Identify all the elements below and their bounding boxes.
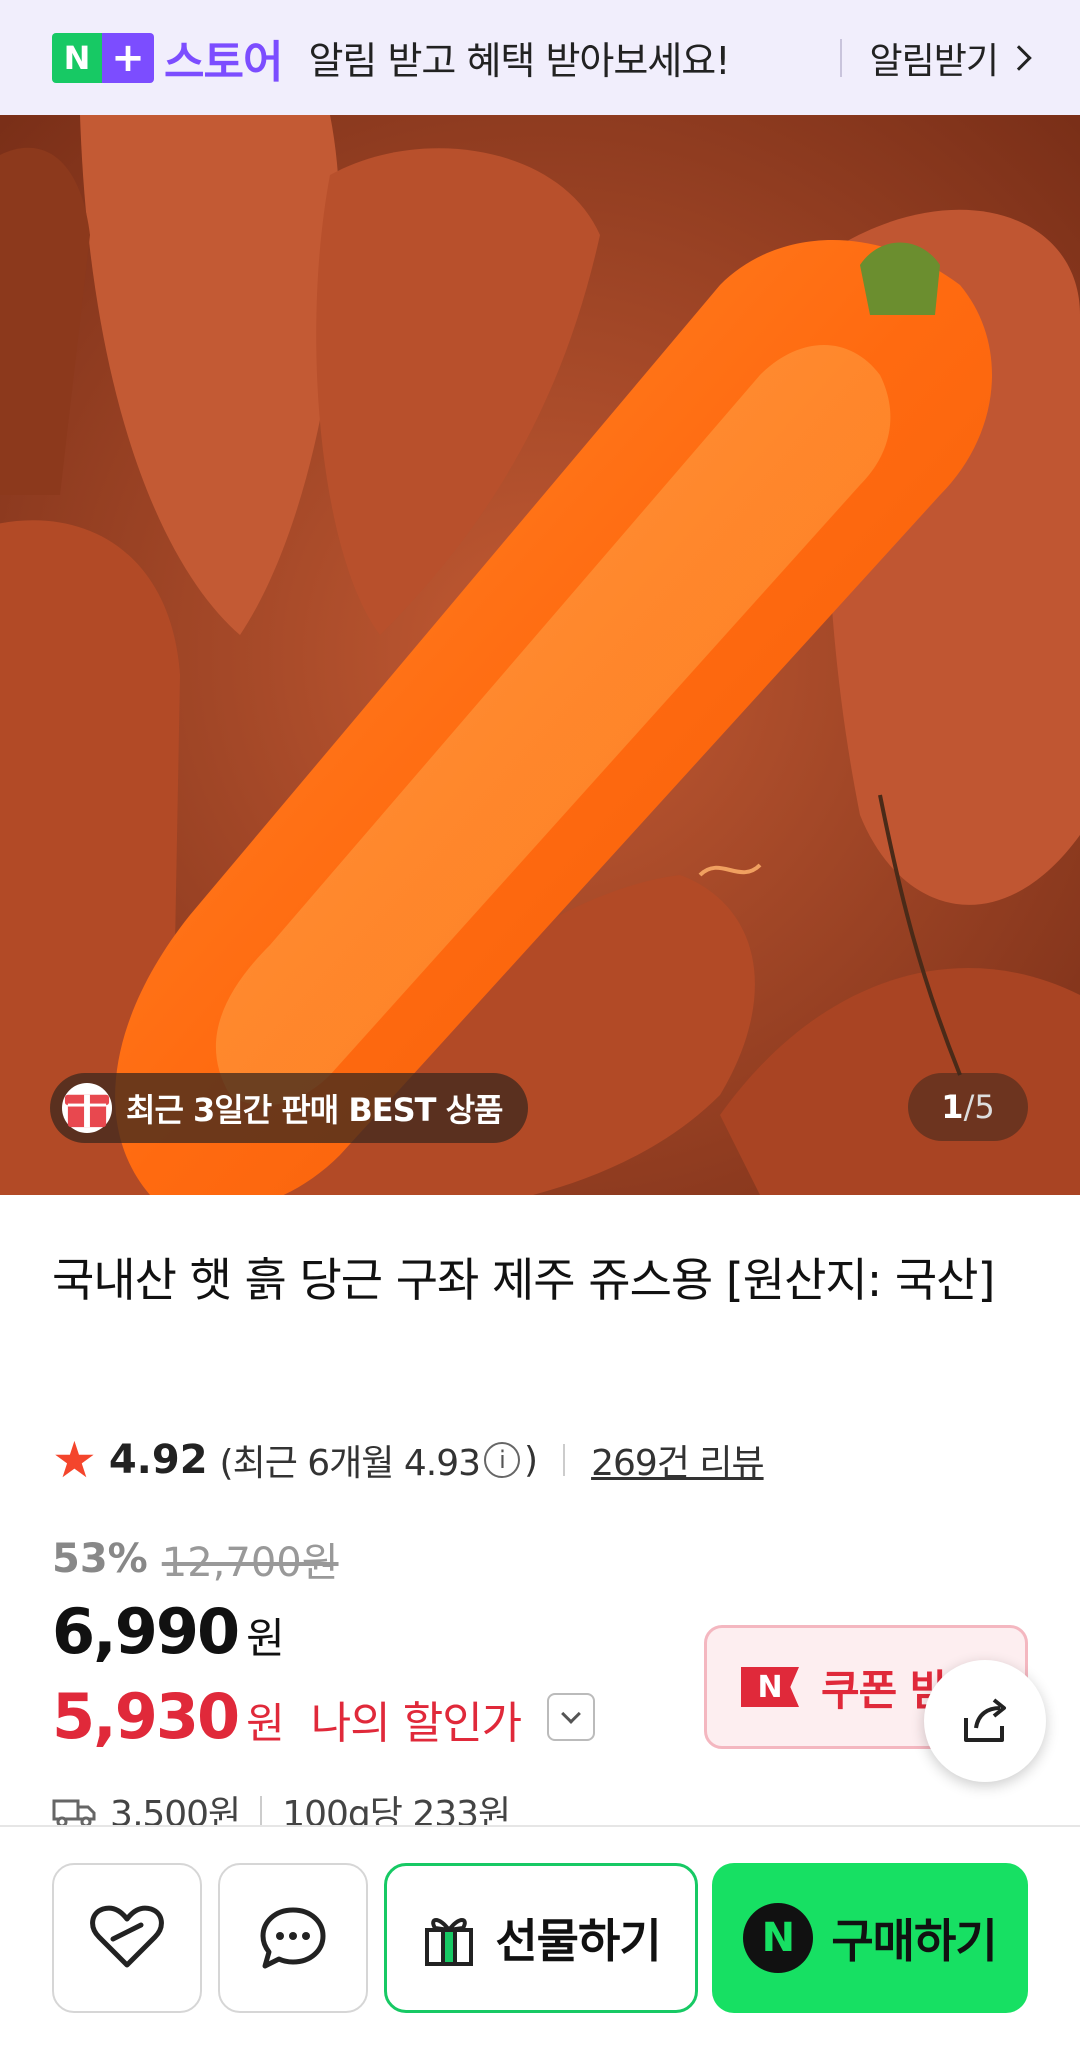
shipping-divider xyxy=(260,1796,263,1826)
product-title: 국내산 햇 흙 당근 구좌 제주 쥬스용 [원산지: 국산] xyxy=(52,1253,995,1307)
my-discount-price-row: 5,930 원 나의 할인가 xyxy=(52,1680,596,1753)
notification-subscribe-button[interactable]: 알림받기 xyxy=(869,32,1032,84)
image-counter-total: 5 xyxy=(974,1088,995,1126)
discount-detail-toggle[interactable] xyxy=(547,1692,596,1741)
my-discount-price: 5,930 xyxy=(52,1680,240,1753)
chevron-down-icon xyxy=(561,1703,582,1724)
logo-n: N xyxy=(52,32,102,83)
my-discount-label: 나의 할인가 xyxy=(310,1698,522,1749)
notification-banner[interactable]: N + 스토어 알림 받고 혜택 받아보세요! 알림받기 xyxy=(0,0,1080,115)
share-icon xyxy=(964,1698,1006,1742)
product-image xyxy=(0,115,1080,1195)
heart-icon xyxy=(90,1905,164,1968)
buy-button-label: 구매하기 xyxy=(831,1914,997,1968)
gift-icon xyxy=(425,1918,474,1966)
original-price-row: 53% 12,700원 xyxy=(52,1530,339,1588)
share-button[interactable] xyxy=(924,1660,1046,1782)
rating-divider xyxy=(563,1444,566,1476)
gift-button-label: 선물하기 xyxy=(495,1914,661,1968)
best-seller-badge: 최근 3일간 판매 BEST 상품 xyxy=(50,1073,529,1143)
gift-button[interactable]: 선물하기 xyxy=(384,1863,698,2013)
nplus-store-logo: N + xyxy=(52,32,154,83)
naver-pay-icon: N xyxy=(743,1903,814,1973)
rating-score: 4.92 xyxy=(108,1437,208,1483)
image-counter: 1 / 5 xyxy=(908,1073,1028,1141)
recent-rating-text: (최근 6개월 4.93 xyxy=(219,1443,481,1484)
sale-price: 6,990 xyxy=(52,1595,240,1668)
product-image-gallery[interactable]: 최근 3일간 판매 BEST 상품 1 / 5 xyxy=(0,115,1080,1195)
banner-divider xyxy=(839,38,842,77)
notification-subscribe-label: 알림받기 xyxy=(869,40,999,82)
discount-rate: 53% xyxy=(52,1536,148,1582)
talk-talk-button[interactable] xyxy=(218,1863,368,2013)
gift-box-icon xyxy=(62,1083,112,1133)
info-icon[interactable]: i xyxy=(484,1442,521,1478)
image-counter-separator: / xyxy=(963,1088,975,1126)
chevron-right-icon xyxy=(1006,44,1032,71)
naver-coupon-icon: N xyxy=(741,1667,799,1707)
recent-rating: (최근 6개월 4.93 i ) xyxy=(219,1434,539,1486)
best-seller-text: 최근 3일간 판매 BEST 상품 xyxy=(126,1091,503,1129)
logo-store-word: 스토어 xyxy=(164,36,283,88)
sale-price-unit: 원 xyxy=(246,1614,285,1663)
chat-bubble-icon xyxy=(260,1907,326,1969)
logo-plus: + xyxy=(102,32,154,83)
star-icon: ★ xyxy=(52,1431,97,1489)
truck-icon xyxy=(52,1799,96,1827)
original-price: 12,700원 xyxy=(161,1540,339,1586)
info-icon-glyph: i xyxy=(499,1446,506,1474)
banner-message: 알림 받고 혜택 받아보세요! xyxy=(308,39,730,83)
buy-button[interactable]: N 구매하기 xyxy=(712,1863,1028,2013)
sale-price-row: 6,990 원 xyxy=(52,1595,285,1668)
rating-row: ★ 4.92 (최근 6개월 4.93 i ) 269건 리뷰 xyxy=(52,1430,765,1490)
recent-rating-close: ) xyxy=(524,1439,538,1481)
review-count-link[interactable]: 269건 리뷰 xyxy=(591,1434,765,1486)
my-discount-price-unit: 원 xyxy=(246,1699,285,1748)
image-counter-current: 1 xyxy=(941,1088,964,1126)
bottom-action-bar: 선물하기 N 구매하기 xyxy=(0,1825,1080,2057)
wishlist-button[interactable] xyxy=(52,1863,202,2013)
